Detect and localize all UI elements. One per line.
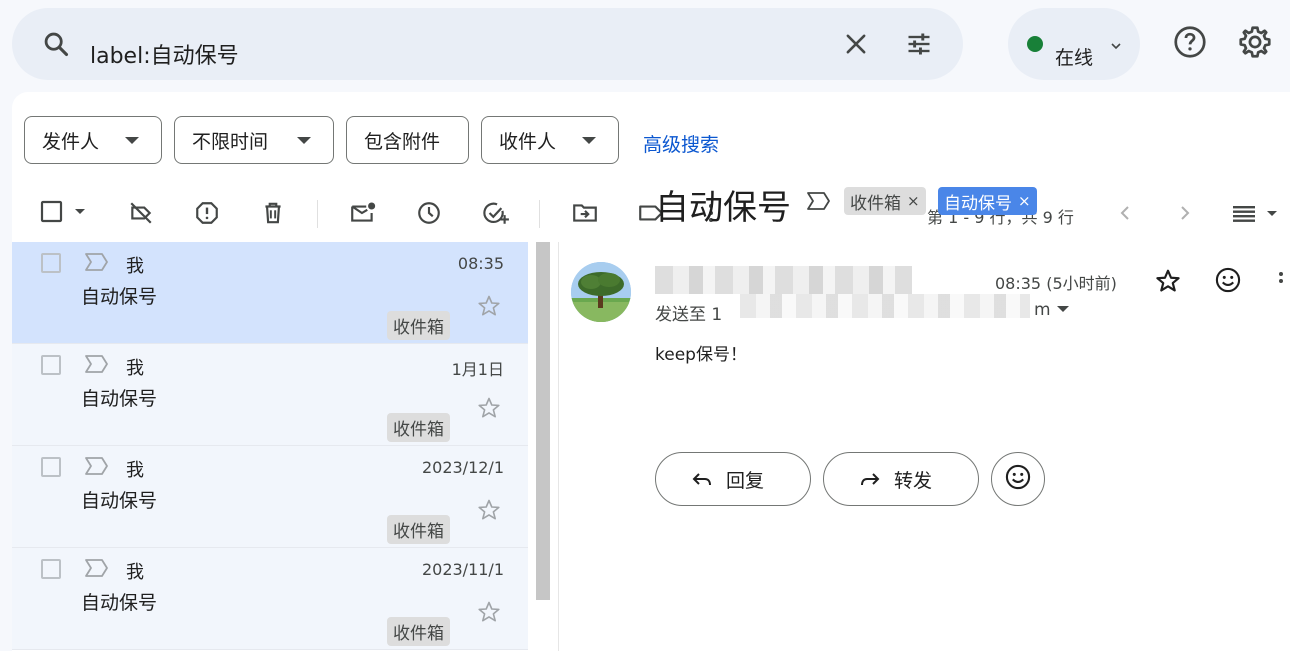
- table-row[interactable]: 我 1月1日 自动保号 收件箱: [12, 344, 528, 446]
- star-icon[interactable]: [477, 294, 501, 322]
- filter-recipient-label: 收件人: [499, 130, 557, 153]
- table-row[interactable]: 我 2023/12/1 自动保号 收件箱: [12, 446, 528, 548]
- tag-label: 自动保号: [944, 193, 1012, 214]
- report-spam-icon[interactable]: [194, 200, 220, 230]
- caret-down-icon: [582, 137, 596, 144]
- filter-recipient-chip[interactable]: 收件人: [481, 116, 619, 164]
- recipient-line: 发送至 1: [655, 305, 723, 325]
- message-tag-inbox: 收件箱 ×: [844, 187, 926, 215]
- message-body: keep保号！: [655, 345, 747, 365]
- filter-attachment-chip[interactable]: 包含附件: [346, 116, 469, 164]
- density-icon[interactable]: [1230, 200, 1282, 230]
- close-icon[interactable]: [842, 30, 870, 62]
- table-row[interactable]: 我 08:35 自动保号 收件箱: [12, 242, 528, 344]
- email-subject: 自动保号: [81, 592, 158, 614]
- add-task-icon[interactable]: [482, 200, 510, 230]
- select-all-checkbox[interactable]: [40, 200, 92, 228]
- chevron-down-icon: [1108, 38, 1124, 58]
- row-checkbox[interactable]: [41, 559, 61, 579]
- email-date: 1月1日: [451, 360, 504, 379]
- remove-tag-icon[interactable]: ×: [1018, 192, 1031, 210]
- importance-marker-icon[interactable]: [84, 252, 110, 276]
- status-label: 在线: [1055, 47, 1094, 69]
- avatar[interactable]: [571, 262, 631, 322]
- search-icon[interactable]: [42, 30, 70, 62]
- label-badge[interactable]: 收件箱: [387, 413, 450, 442]
- email-sender: 我: [126, 358, 144, 379]
- email-subject: 自动保号: [81, 490, 158, 512]
- filter-sender-chip[interactable]: 发件人: [24, 116, 162, 164]
- search-input[interactable]: label:自动保号: [90, 38, 239, 70]
- star-icon[interactable]: [477, 600, 501, 628]
- table-row[interactable]: 我 2023/11/1 自动保号 收件箱: [12, 548, 528, 650]
- row-checkbox[interactable]: [41, 457, 61, 477]
- email-sender: 我: [126, 562, 144, 583]
- label-badge[interactable]: 收件箱: [387, 515, 450, 544]
- redacted-sender: [655, 266, 912, 294]
- filter-sender-label: 发件人: [42, 130, 100, 153]
- caret-down-icon: [297, 137, 311, 144]
- list-scrollbar[interactable]: [536, 242, 550, 600]
- email-date: 2023/11/1: [421, 560, 504, 579]
- importance-marker-icon[interactable]: [84, 456, 110, 480]
- main-panel: 发件人 不限时间 包含附件 收件人 高级搜索 第 1 - 9 行，共 9 行 我…: [12, 92, 1290, 651]
- status-selector[interactable]: 在线: [1008, 8, 1140, 80]
- filter-time-label: 不限时间: [192, 130, 269, 153]
- delete-icon[interactable]: [260, 200, 286, 230]
- message-time: 08:35 (5小时前): [995, 274, 1117, 293]
- label-off-icon[interactable]: [128, 200, 154, 230]
- email-list: 我 08:35 自动保号 收件箱 我 1月1日 自动保号 收件箱 我 2023/…: [12, 242, 528, 651]
- next-page-icon[interactable]: [1175, 200, 1195, 230]
- star-icon[interactable]: [477, 498, 501, 526]
- recipient-suffix: m: [1034, 300, 1051, 320]
- emoji-reaction-button[interactable]: [991, 452, 1045, 506]
- filter-time-chip[interactable]: 不限时间: [174, 116, 334, 164]
- recipient-details-icon[interactable]: [1057, 306, 1069, 312]
- search-bar[interactable]: label:自动保号: [12, 8, 963, 80]
- label-badge[interactable]: 收件箱: [387, 311, 450, 340]
- tune-icon[interactable]: [905, 30, 933, 62]
- toolbar-divider: [539, 200, 540, 228]
- emoji-icon[interactable]: [1214, 266, 1242, 298]
- email-sender: 我: [126, 256, 144, 277]
- email-subject: 自动保号: [81, 286, 158, 308]
- filter-attachment-label: 包含附件: [364, 130, 441, 153]
- email-date: 08:35: [457, 254, 504, 273]
- email-date: 2023/12/1: [421, 458, 504, 477]
- email-subject: 自动保号: [81, 388, 158, 410]
- message-tag-autosave: 自动保号 ×: [938, 187, 1037, 215]
- importance-marker-icon[interactable]: [84, 558, 110, 582]
- row-checkbox[interactable]: [41, 355, 61, 375]
- more-vert-icon[interactable]: [1272, 268, 1290, 298]
- importance-marker-icon[interactable]: [806, 190, 832, 216]
- tag-label: 收件箱: [850, 193, 901, 214]
- reply-button[interactable]: 回复: [655, 452, 811, 506]
- label-badge[interactable]: 收件箱: [387, 617, 450, 646]
- forward-icon: [858, 467, 882, 491]
- toolbar-divider: [317, 200, 318, 228]
- importance-marker-icon[interactable]: [84, 354, 110, 378]
- pane-divider: [558, 242, 559, 651]
- reply-label: 回复: [726, 469, 765, 492]
- gear-icon[interactable]: [1237, 24, 1273, 64]
- remove-tag-icon[interactable]: ×: [907, 192, 920, 210]
- prev-page-icon[interactable]: [1115, 200, 1135, 230]
- row-checkbox[interactable]: [41, 253, 61, 273]
- reply-icon: [690, 467, 714, 491]
- help-icon[interactable]: [1172, 24, 1208, 64]
- move-to-icon[interactable]: [571, 200, 599, 230]
- caret-down-icon: [125, 137, 139, 144]
- email-sender: 我: [126, 460, 144, 481]
- forward-button[interactable]: 转发: [823, 452, 979, 506]
- star-icon[interactable]: [477, 396, 501, 424]
- forward-label: 转发: [894, 469, 933, 492]
- mark-unread-icon[interactable]: [349, 200, 377, 230]
- advanced-search-link[interactable]: 高级搜索: [643, 130, 719, 157]
- redacted-recipient: [740, 294, 1030, 318]
- message-subject: 自动保号: [655, 188, 791, 228]
- snooze-icon[interactable]: [416, 200, 442, 230]
- star-icon[interactable]: [1155, 268, 1181, 298]
- status-dot: [1027, 36, 1043, 52]
- emoji-icon: [1004, 463, 1032, 496]
